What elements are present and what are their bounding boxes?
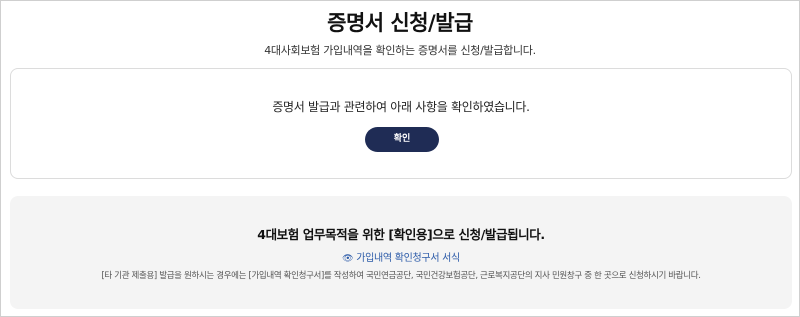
page-title: 증명서 신청/발급	[327, 11, 473, 35]
confirm-card: 증명서 발급과 관련하여 아래 사항을 확인하였습니다. 확인	[10, 68, 792, 179]
eye-icon: 👁	[342, 254, 354, 264]
form-download-link[interactable]: 가입내역 확인청구서 서식	[356, 253, 460, 264]
page-frame: 증명서 신청/발급 4대사회보험 가입내역을 확인하는 증명서를 신청/발급합니…	[0, 0, 800, 317]
form-link-row: 👁 가입내역 확인청구서 서식	[10, 249, 792, 264]
confirm-message: 증명서 발급과 관련하여 아래 사항을 확인하였습니다.	[272, 100, 530, 114]
page-subtitle: 4대사회보험 가입내역을 확인하는 증명서를 신청/발급합니다.	[264, 44, 536, 57]
confirm-button[interactable]: 확인	[365, 127, 439, 152]
info-card: 4대보험 업무목적을 위한 [확인용]으로 신청/발급됩니다. 👁 가입내역 확인…	[10, 196, 792, 309]
info-heading: 4대보험 업무목적을 위한 [확인용]으로 신청/발급됩니다.	[257, 227, 545, 242]
info-note: [타 기관 제출용] 발급을 원하시는 경우에는 [가입내역 확인청구서]를 작…	[101, 271, 701, 281]
